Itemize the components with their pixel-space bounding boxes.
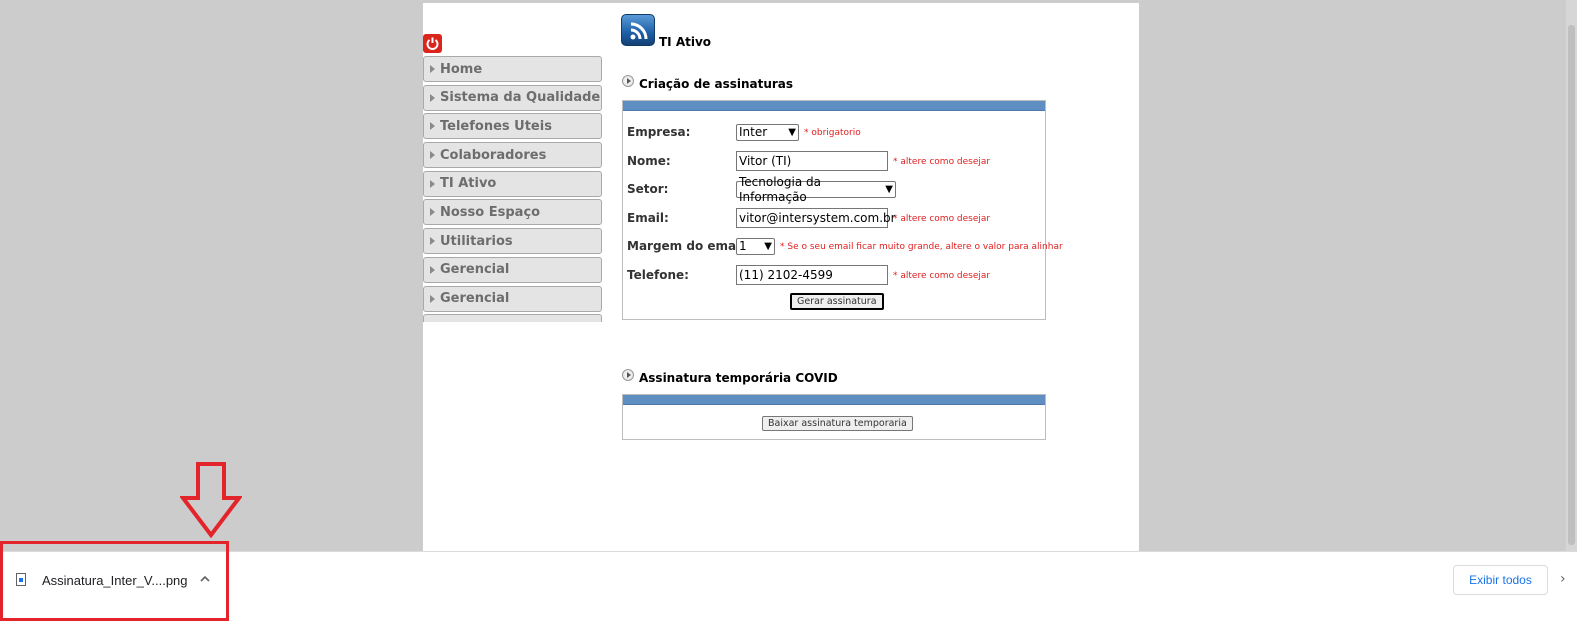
page-content: TI Ativo Home Sistema da Qualidade Telef… xyxy=(423,3,1139,552)
chevron-down-icon: ▼ xyxy=(764,241,772,252)
chevron-down-icon: ▼ xyxy=(885,184,893,195)
down-arrow-icon xyxy=(180,462,242,538)
menu-item-label: Sistema da Qualidade xyxy=(440,90,601,106)
sidebar-menu: Home Sistema da Qualidade Telefones Utei… xyxy=(423,56,602,322)
panel-header-bar xyxy=(623,395,1045,405)
margem-select[interactable]: 1 ▼ xyxy=(736,238,775,255)
menu-item-label: TI Ativo xyxy=(440,176,497,192)
chevron-down-icon: ▼ xyxy=(788,127,796,138)
menu-item-gerencial[interactable]: Gerencial xyxy=(423,256,602,283)
caret-right-icon xyxy=(430,151,435,160)
menu-item-label: Home xyxy=(440,61,483,77)
panel-header-bar xyxy=(623,101,1045,111)
vertical-scrollbar[interactable] xyxy=(1566,0,1577,551)
section-title: Criação de assinaturas xyxy=(639,77,794,91)
menu-item-label: Colaboradores xyxy=(440,147,547,163)
download-file-name[interactable]: Assinatura_Inter_V....png xyxy=(42,573,188,588)
menu-item-label: Utilitarios xyxy=(440,233,513,249)
page-title: TI Ativo xyxy=(659,35,712,49)
download-temp-signature-button[interactable]: Baixar assinatura temporaria xyxy=(762,416,913,431)
telefone-label: Telefone: xyxy=(627,268,689,282)
covid-panel: Baixar assinatura temporaria xyxy=(622,394,1046,440)
nome-hint: * altere como desejar xyxy=(893,157,991,167)
nome-label: Nome: xyxy=(627,154,671,168)
email-label: Email: xyxy=(627,211,669,225)
close-icon[interactable]: › xyxy=(1560,571,1566,587)
menu-item-gerencial-2[interactable]: Gerencial xyxy=(423,285,602,312)
section-header-covid: Assinatura temporária COVID xyxy=(622,369,838,385)
empresa-label: Empresa: xyxy=(627,125,691,139)
menu-item-ti-ativo[interactable]: TI Ativo xyxy=(423,170,602,197)
email-input[interactable]: vitor@intersystem.com.br xyxy=(736,208,896,228)
rss-icon xyxy=(621,14,655,46)
menu-item-sistema-qualidade[interactable]: Sistema da Qualidade xyxy=(423,84,602,111)
menu-item-nosso-espaco[interactable]: Nosso Espaço xyxy=(423,199,602,226)
telefone-input[interactable]: (11) 2102-4599 xyxy=(736,265,888,285)
chevron-up-icon[interactable] xyxy=(198,572,212,586)
caret-right-icon xyxy=(430,208,435,217)
download-shelf: Assinatura_Inter_V....png Exibir todos › xyxy=(0,551,1577,624)
margem-hint: * Se o seu email ficar muito grande, alt… xyxy=(780,242,1063,252)
menu-item-utilitarios[interactable]: Utilitarios xyxy=(423,228,602,255)
caret-right-icon xyxy=(430,179,435,188)
power-icon[interactable] xyxy=(423,34,442,53)
caret-right-icon xyxy=(430,237,435,246)
show-all-button[interactable]: Exibir todos xyxy=(1453,565,1548,595)
generate-signature-button[interactable]: Gerar assinatura xyxy=(790,293,884,310)
caret-right-icon xyxy=(430,65,435,73)
caret-right-icon xyxy=(430,265,435,274)
menu-item-label: Nosso Espaço xyxy=(440,204,541,220)
setor-label: Setor: xyxy=(627,182,669,196)
telefone-hint: * altere como desejar xyxy=(893,271,991,281)
caret-right-icon xyxy=(430,122,435,131)
menu-item-partial[interactable] xyxy=(423,314,602,322)
empresa-select[interactable]: Inter ▼ xyxy=(736,124,799,141)
section-bullet-icon xyxy=(622,369,634,381)
menu-item-label: Telefones Uteis xyxy=(440,118,552,134)
email-hint: * altere como desejar xyxy=(893,214,991,224)
nome-input[interactable]: Vitor (TI) xyxy=(736,151,888,171)
section-title: Assinatura temporária COVID xyxy=(639,371,838,385)
signature-form-panel: Empresa: Inter ▼ * obrigatorio Nome: Vito… xyxy=(622,100,1063,320)
setor-value: Tecnologia da Informação xyxy=(739,174,821,204)
menu-item-home[interactable]: Home xyxy=(423,56,602,82)
scrollbar-thumb[interactable] xyxy=(1568,25,1575,545)
section-header-criacao: Criação de assinaturas xyxy=(622,75,794,91)
empresa-value: Inter xyxy=(739,125,768,139)
menu-item-telefones-uteis[interactable]: Telefones Uteis xyxy=(423,113,602,140)
menu-item-label: Gerencial xyxy=(440,291,510,306)
file-icon xyxy=(16,573,26,586)
margem-label: Margem do email: xyxy=(627,239,750,253)
empresa-hint: * obrigatorio xyxy=(804,128,861,138)
caret-right-icon xyxy=(430,294,435,303)
section-bullet-icon xyxy=(622,75,634,87)
setor-select[interactable]: Tecnologia da Informação ▼ xyxy=(736,175,896,204)
menu-item-colaboradores[interactable]: Colaboradores xyxy=(423,142,602,169)
menu-item-label: Gerencial xyxy=(440,262,510,278)
caret-right-icon xyxy=(430,93,435,102)
margem-value: 1 xyxy=(739,239,747,253)
